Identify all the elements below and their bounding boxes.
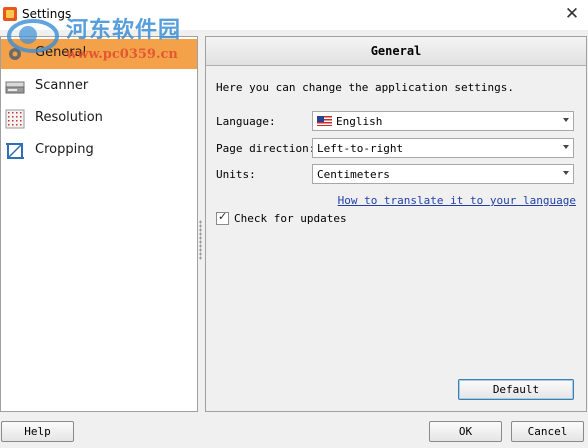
chevron-down-icon bbox=[563, 118, 569, 122]
resolution-grid-icon bbox=[5, 109, 25, 129]
settings-panel: General Here you can change the applicat… bbox=[205, 36, 587, 412]
checkmark-icon: ✓ bbox=[218, 210, 228, 223]
check-updates-label: Check for updates bbox=[234, 212, 347, 225]
intro-text: Here you can change the application sett… bbox=[216, 81, 515, 94]
sidebar-item-scanner[interactable]: Scanner bbox=[1, 72, 197, 102]
gear-icon bbox=[9, 48, 21, 60]
default-button[interactable]: Default bbox=[458, 379, 574, 400]
page-direction-select[interactable]: Left-to-right bbox=[312, 138, 574, 158]
ok-button[interactable]: OK bbox=[429, 421, 502, 442]
translate-link[interactable]: How to translate it to your language bbox=[338, 194, 576, 207]
language-value: English bbox=[336, 115, 383, 128]
check-updates-checkbox[interactable]: ✓ bbox=[216, 210, 229, 225]
sidebar-item-label: Resolution bbox=[35, 110, 103, 125]
units-label: Units: bbox=[216, 168, 256, 181]
language-select[interactable]: English bbox=[312, 111, 574, 131]
window-title: Settings bbox=[22, 7, 72, 21]
sidebar-item-resolution[interactable]: Resolution bbox=[1, 104, 197, 134]
app-icon bbox=[3, 7, 17, 21]
sidebar-item-cropping[interactable]: Cropping bbox=[1, 136, 197, 166]
help-button[interactable]: Help bbox=[1, 421, 74, 442]
close-button[interactable]: ✕ bbox=[560, 3, 584, 25]
chevron-down-icon bbox=[563, 171, 569, 175]
crop-icon bbox=[6, 143, 24, 159]
cancel-button[interactable]: Cancel bbox=[511, 421, 584, 442]
page-direction-label: Page direction: bbox=[216, 142, 316, 155]
scanner-icon bbox=[5, 81, 25, 94]
units-select[interactable]: Centimeters bbox=[312, 164, 574, 184]
units-value: Centimeters bbox=[317, 168, 390, 181]
chevron-down-icon bbox=[563, 145, 569, 149]
sidebar-item-label: Cropping bbox=[35, 142, 94, 157]
sidebar-item-general[interactable]: General bbox=[1, 39, 197, 69]
sidebar-item-label: General bbox=[35, 45, 87, 60]
sidebar-item-label: Scanner bbox=[35, 78, 89, 93]
page-direction-value: Left-to-right bbox=[317, 142, 404, 155]
language-label: Language: bbox=[216, 115, 276, 128]
us-flag-icon bbox=[317, 116, 332, 126]
settings-sidebar: General Scanner Resolution Cropping bbox=[0, 36, 198, 412]
panel-title: General bbox=[206, 37, 586, 66]
splitter-handle[interactable] bbox=[199, 220, 202, 260]
title-bar: Settings ✕ bbox=[0, 0, 588, 30]
